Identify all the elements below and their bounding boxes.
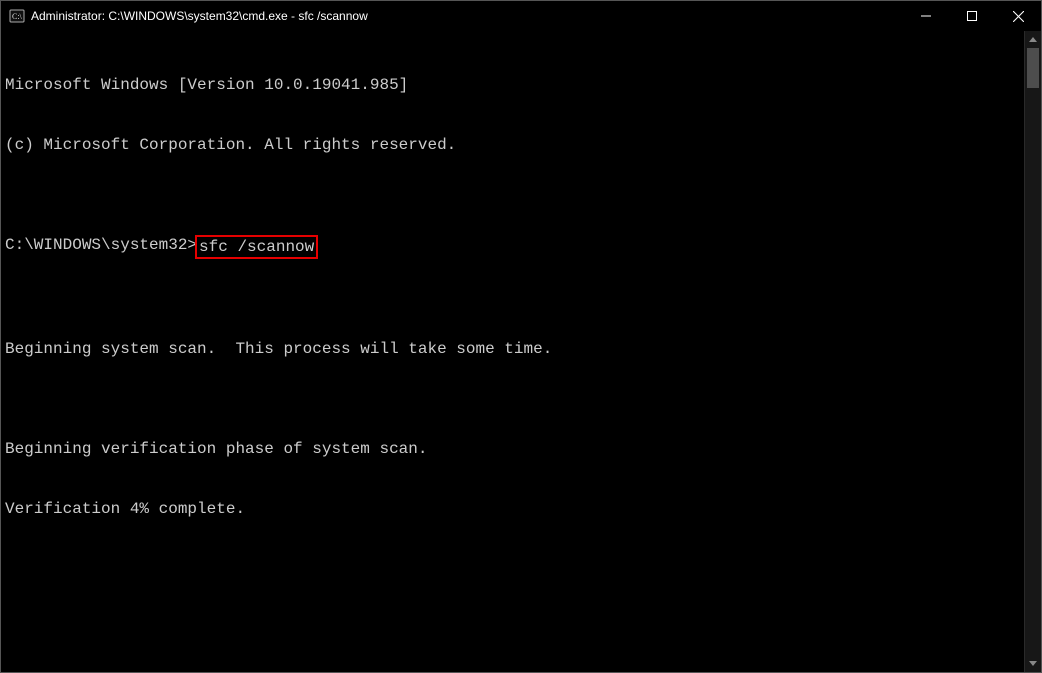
output-line: (c) Microsoft Corporation. All rights re… [5, 135, 1024, 155]
prompt-path: C:\WINDOWS\system32> [5, 235, 197, 255]
scroll-up-arrow-icon[interactable] [1025, 31, 1042, 48]
command-prompt-window: C:\ Administrator: C:\WINDOWS\system32\c… [0, 0, 1042, 673]
cmd-icon: C:\ [9, 8, 25, 24]
terminal-output[interactable]: Microsoft Windows [Version 10.0.19041.98… [1, 31, 1024, 672]
output-line: Verification 4% complete. [5, 499, 1024, 519]
command-highlight: sfc /scannow [195, 235, 318, 259]
maximize-button[interactable] [949, 1, 995, 31]
output-line: Microsoft Windows [Version 10.0.19041.98… [5, 75, 1024, 95]
content-area: Microsoft Windows [Version 10.0.19041.98… [1, 31, 1041, 672]
output-line: Beginning verification phase of system s… [5, 439, 1024, 459]
scroll-track[interactable] [1025, 48, 1041, 655]
close-button[interactable] [995, 1, 1041, 31]
window-controls [903, 1, 1041, 31]
scroll-down-arrow-icon[interactable] [1025, 655, 1042, 672]
output-line: Beginning system scan. This process will… [5, 339, 1024, 359]
window-title: Administrator: C:\WINDOWS\system32\cmd.e… [31, 9, 368, 23]
vertical-scrollbar[interactable] [1024, 31, 1041, 672]
prompt-line: C:\WINDOWS\system32>sfc /scannow [5, 235, 1024, 259]
minimize-button[interactable] [903, 1, 949, 31]
titlebar[interactable]: C:\ Administrator: C:\WINDOWS\system32\c… [1, 1, 1041, 31]
scroll-thumb[interactable] [1027, 48, 1039, 88]
svg-text:C:\: C:\ [12, 12, 23, 21]
